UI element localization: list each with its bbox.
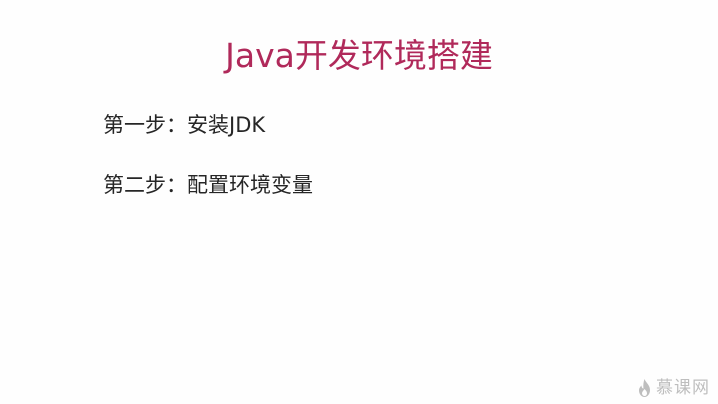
presentation-slide: Java开发环境搭建 第一步：安装JDK 第二步：配置环境变量 慕课网 (0, 0, 718, 404)
site-watermark: 慕课网 (636, 378, 710, 398)
step-one-text: 第一步：安装JDK (103, 113, 266, 137)
watermark-text: 慕课网 (656, 378, 710, 398)
slide-title: Java开发环境搭建 (225, 36, 493, 75)
step-two-text: 第二步：配置环境变量 (103, 173, 313, 197)
flame-logo-icon (639, 379, 650, 397)
